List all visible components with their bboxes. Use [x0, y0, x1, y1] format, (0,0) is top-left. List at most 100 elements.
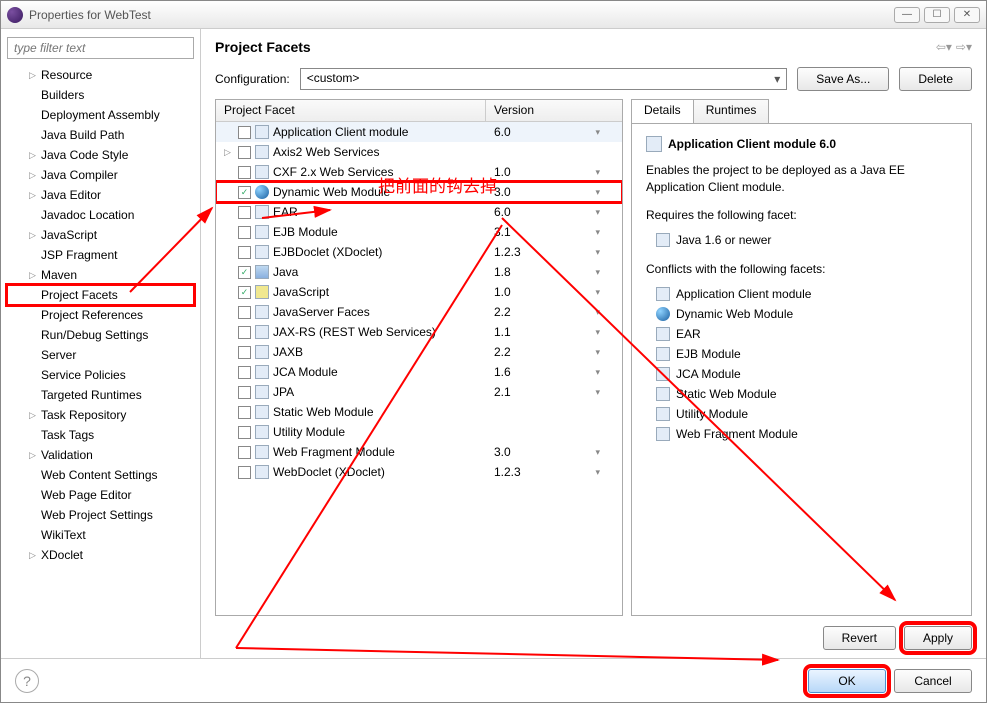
facet-checkbox[interactable]: [238, 366, 251, 379]
facet-row[interactable]: CXF 2.x Web Services1.0▾: [216, 162, 622, 182]
sidebar-item-java-build-path[interactable]: Java Build Path: [7, 125, 194, 145]
sidebar-item-targeted-runtimes[interactable]: Targeted Runtimes: [7, 385, 194, 405]
facet-row[interactable]: EJB Module3.1▾: [216, 222, 622, 242]
help-icon[interactable]: ?: [15, 669, 39, 693]
facet-checkbox[interactable]: [238, 166, 251, 179]
version-dropdown-icon[interactable]: ▾: [595, 267, 600, 278]
facet-row[interactable]: JAXB2.2▾: [216, 342, 622, 362]
version-dropdown-icon[interactable]: ▾: [595, 227, 600, 238]
facet-row[interactable]: ✓Java1.8▾: [216, 262, 622, 282]
sidebar-item-resource[interactable]: ▷Resource: [7, 65, 194, 85]
facet-checkbox[interactable]: [238, 246, 251, 259]
facet-checkbox[interactable]: ✓: [238, 186, 251, 199]
facet-checkbox[interactable]: ✓: [238, 266, 251, 279]
facet-checkbox[interactable]: [238, 346, 251, 359]
ok-button[interactable]: OK: [808, 669, 886, 693]
facet-version: 1.2.3: [494, 465, 521, 479]
sidebar-item-deployment-assembly[interactable]: Deployment Assembly: [7, 105, 194, 125]
facet-row[interactable]: ▷Axis2 Web Services: [216, 142, 622, 162]
sidebar-item-task-tags[interactable]: Task Tags: [7, 425, 194, 445]
sidebar-item-wikitext[interactable]: WikiText: [7, 525, 194, 545]
version-dropdown-icon[interactable]: ▾: [595, 207, 600, 218]
version-dropdown-icon[interactable]: ▾: [595, 467, 600, 478]
list-item: Dynamic Web Module: [646, 304, 957, 324]
sidebar-item-maven[interactable]: ▷Maven: [7, 265, 194, 285]
sidebar-item-web-content-settings[interactable]: Web Content Settings: [7, 465, 194, 485]
sidebar-item-label: Java Build Path: [41, 128, 124, 142]
apply-button[interactable]: Apply: [904, 626, 972, 650]
facet-row[interactable]: JavaServer Faces2.2▾: [216, 302, 622, 322]
facet-row[interactable]: ✓Dynamic Web Module3.0▾: [216, 182, 622, 202]
version-dropdown-icon[interactable]: ▾: [595, 247, 600, 258]
sidebar-item-project-references[interactable]: Project References: [7, 305, 194, 325]
version-dropdown-icon[interactable]: ▾: [595, 287, 600, 298]
filter-input[interactable]: [7, 37, 194, 59]
tab-details[interactable]: Details: [631, 99, 694, 123]
version-dropdown-icon[interactable]: ▾: [595, 447, 600, 458]
sidebar-item-java-code-style[interactable]: ▷Java Code Style: [7, 145, 194, 165]
sidebar-item-run-debug-settings[interactable]: Run/Debug Settings: [7, 325, 194, 345]
close-button[interactable]: ✕: [954, 7, 980, 23]
facet-checkbox[interactable]: [238, 326, 251, 339]
facet-checkbox[interactable]: [238, 306, 251, 319]
version-dropdown-icon[interactable]: ▾: [595, 187, 600, 198]
sidebar-item-javadoc-location[interactable]: Javadoc Location: [7, 205, 194, 225]
facet-row[interactable]: Web Fragment Module3.0▾: [216, 442, 622, 462]
facet-icon: [255, 445, 269, 459]
nav-forward-icon[interactable]: ⇨▾: [956, 40, 972, 54]
nav-back-icon[interactable]: ⇦▾: [936, 40, 952, 54]
version-dropdown-icon[interactable]: ▾: [595, 347, 600, 358]
facet-checkbox[interactable]: ✓: [238, 286, 251, 299]
facet-checkbox[interactable]: [238, 466, 251, 479]
sidebar-item-java-editor[interactable]: ▷Java Editor: [7, 185, 194, 205]
sidebar-item-label: Project References: [41, 308, 143, 322]
facet-row[interactable]: EJBDoclet (XDoclet)1.2.3▾: [216, 242, 622, 262]
facet-row[interactable]: WebDoclet (XDoclet)1.2.3▾: [216, 462, 622, 482]
facet-row[interactable]: Static Web Module: [216, 402, 622, 422]
facet-checkbox[interactable]: [238, 226, 251, 239]
sidebar-item-task-repository[interactable]: ▷Task Repository: [7, 405, 194, 425]
facet-checkbox[interactable]: [238, 406, 251, 419]
sidebar-item-builders[interactable]: Builders: [7, 85, 194, 105]
version-dropdown-icon[interactable]: ▾: [595, 387, 600, 398]
tab-runtimes[interactable]: Runtimes: [693, 99, 770, 123]
facet-row[interactable]: JAX-RS (REST Web Services)1.1▾: [216, 322, 622, 342]
config-combo[interactable]: <custom>: [300, 68, 788, 90]
facet-checkbox[interactable]: [238, 126, 251, 139]
sidebar-item-web-page-editor[interactable]: Web Page Editor: [7, 485, 194, 505]
facet-row[interactable]: EAR6.0▾: [216, 202, 622, 222]
minimize-button[interactable]: —: [894, 7, 920, 23]
version-dropdown-icon[interactable]: ▾: [595, 367, 600, 378]
version-dropdown-icon[interactable]: ▾: [595, 167, 600, 178]
revert-button[interactable]: Revert: [823, 626, 896, 650]
sidebar-item-javascript[interactable]: ▷JavaScript: [7, 225, 194, 245]
facet-checkbox[interactable]: [238, 206, 251, 219]
delete-button[interactable]: Delete: [899, 67, 972, 91]
sidebar-item-project-facets[interactable]: Project Facets: [7, 285, 194, 305]
sidebar-item-server[interactable]: Server: [7, 345, 194, 365]
version-dropdown-icon[interactable]: ▾: [595, 327, 600, 338]
save-as-button[interactable]: Save As...: [797, 67, 889, 91]
sidebar-item-service-policies[interactable]: Service Policies: [7, 365, 194, 385]
sidebar-item-xdoclet[interactable]: ▷XDoclet: [7, 545, 194, 565]
sidebar-item-jsp-fragment[interactable]: JSP Fragment: [7, 245, 194, 265]
facet-row[interactable]: JPA2.1▾: [216, 382, 622, 402]
facet-checkbox[interactable]: [238, 446, 251, 459]
facet-row[interactable]: ✓JavaScript1.0▾: [216, 282, 622, 302]
col-header-facet[interactable]: Project Facet: [216, 100, 486, 121]
facet-checkbox[interactable]: [238, 386, 251, 399]
col-header-version[interactable]: Version: [486, 100, 622, 121]
facet-row[interactable]: Utility Module: [216, 422, 622, 442]
facet-row[interactable]: Application Client module6.0▾: [216, 122, 622, 142]
facet-checkbox[interactable]: [238, 146, 251, 159]
list-item-label: Static Web Module: [676, 387, 777, 401]
cancel-button[interactable]: Cancel: [894, 669, 972, 693]
sidebar-item-java-compiler[interactable]: ▷Java Compiler: [7, 165, 194, 185]
sidebar-item-validation[interactable]: ▷Validation: [7, 445, 194, 465]
maximize-button[interactable]: ☐: [924, 7, 950, 23]
version-dropdown-icon[interactable]: ▾: [595, 127, 600, 138]
facet-checkbox[interactable]: [238, 426, 251, 439]
version-dropdown-icon[interactable]: ▾: [595, 307, 600, 318]
sidebar-item-web-project-settings[interactable]: Web Project Settings: [7, 505, 194, 525]
facet-row[interactable]: JCA Module1.6▾: [216, 362, 622, 382]
